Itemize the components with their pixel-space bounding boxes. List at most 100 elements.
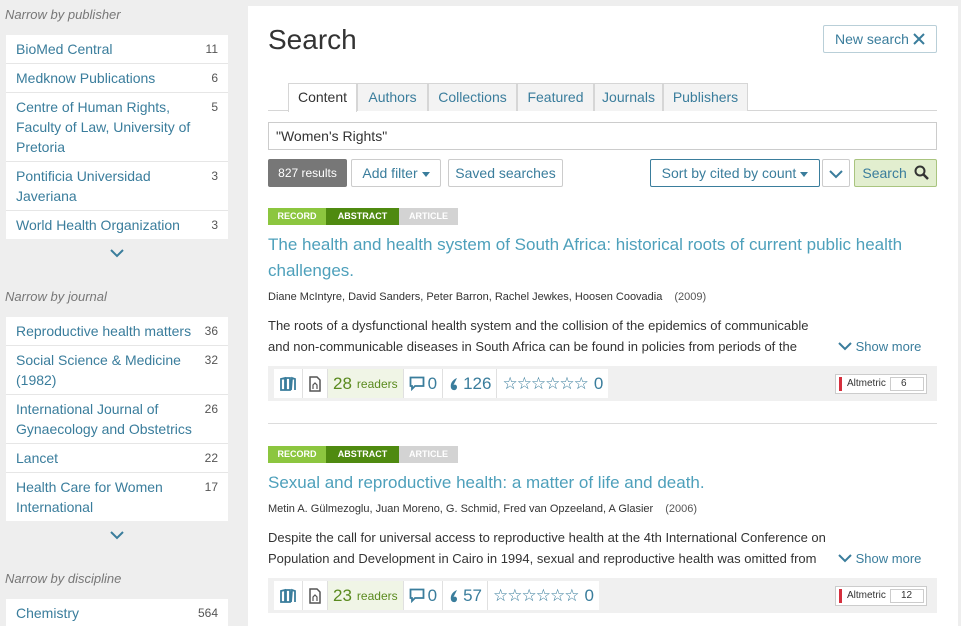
document-icon bbox=[309, 587, 321, 604]
rating-number: 0 bbox=[584, 585, 594, 605]
abstract-badge[interactable]: ABSTRACT bbox=[326, 446, 399, 463]
publisher-facet-title: Narrow by publisher bbox=[5, 7, 121, 22]
comments-number: 0 bbox=[427, 373, 438, 393]
library-button[interactable] bbox=[274, 369, 303, 398]
authors-text[interactable]: Diane McIntyre, David Sanders, Peter Bar… bbox=[268, 291, 662, 303]
quote-icon bbox=[450, 377, 458, 390]
result-year: (2006) bbox=[665, 503, 697, 515]
result-title-link[interactable]: Sexual and reproductive health: a matter… bbox=[268, 470, 928, 496]
library-button[interactable] bbox=[274, 581, 303, 610]
star-rating-icon: ☆☆☆☆☆☆ bbox=[493, 585, 579, 605]
facet-count: 22 bbox=[204, 451, 218, 465]
result-year: (2009) bbox=[674, 291, 707, 303]
citations-count[interactable]: 126 bbox=[443, 369, 498, 398]
facet-label: Reproductive health matters bbox=[16, 323, 192, 339]
fulltext-button[interactable] bbox=[303, 581, 328, 610]
facet-item-discipline[interactable]: Chemistry 564 bbox=[6, 599, 228, 626]
sort-label: Sort by cited by count bbox=[661, 165, 797, 181]
record-badge[interactable]: RECORD bbox=[268, 446, 326, 463]
altmetric-logo: Altmetric bbox=[839, 589, 886, 603]
saved-searches-button[interactable]: Saved searches bbox=[448, 159, 563, 187]
readers-count[interactable]: 23 readers bbox=[328, 581, 404, 610]
readers-count[interactable]: 28 readers bbox=[328, 369, 404, 398]
result-authors: Metin A. Gülmezoglu, Juan Moreno, G. Sch… bbox=[268, 503, 697, 515]
results-count-badge: 827 results bbox=[268, 159, 347, 187]
metric-group: 28 readers 0 126 ☆☆☆☆☆☆ 0 bbox=[274, 369, 609, 398]
comments-count[interactable]: 0 bbox=[404, 581, 444, 610]
facet-item-publisher[interactable]: Centre of Human Rights, Faculty of Law, … bbox=[6, 93, 228, 162]
facet-item-publisher[interactable]: World Health Organization 3 bbox=[6, 211, 228, 239]
rating[interactable]: ☆☆☆☆☆☆ 0 bbox=[497, 369, 608, 398]
expand-publishers-chevron-icon[interactable] bbox=[108, 246, 126, 260]
journal-facet-title: Narrow by journal bbox=[5, 289, 107, 304]
result-abstract: Despite the call for universal access to… bbox=[268, 530, 826, 566]
facet-item-publisher[interactable]: BioMed Central 11 bbox=[6, 35, 228, 64]
new-search-label: New search bbox=[835, 31, 909, 47]
authors-text[interactable]: Metin A. Gülmezoglu, Juan Moreno, G. Sch… bbox=[268, 503, 653, 515]
facet-count: 26 bbox=[204, 402, 218, 416]
tab-featured[interactable]: Featured bbox=[517, 83, 594, 111]
chevron-down-icon bbox=[829, 170, 843, 179]
facet-item-publisher[interactable]: Medknow Publications 6 bbox=[6, 64, 228, 93]
facet-item-journal[interactable]: Social Science & Medicine (1982) 32 bbox=[6, 346, 228, 395]
tab-content[interactable]: Content bbox=[288, 83, 357, 112]
result-title-link[interactable]: The health and health system of South Af… bbox=[268, 232, 928, 284]
citations-number: 126 bbox=[463, 373, 492, 393]
tab-journals[interactable]: Journals bbox=[594, 83, 663, 111]
facet-count: 564 bbox=[197, 606, 218, 620]
search-icon bbox=[914, 165, 929, 180]
facet-count: 17 bbox=[204, 480, 218, 494]
citations-count[interactable]: 57 bbox=[443, 581, 488, 610]
add-filter-button[interactable]: Add filter bbox=[351, 159, 441, 187]
facet-label: International Journal of Gynaecology and… bbox=[16, 401, 192, 437]
result-metrics-bar: 28 readers 0 126 ☆☆☆☆☆☆ 0 Altmetric 6 bbox=[268, 366, 937, 401]
facet-item-journal[interactable]: International Journal of Gynaecology and… bbox=[6, 395, 228, 444]
search-button[interactable]: Search bbox=[854, 159, 937, 187]
search-input[interactable]: "Women's Rights" bbox=[268, 122, 937, 150]
result-badges: RECORD ABSTRACT ARTICLE bbox=[268, 208, 458, 225]
quote-icon bbox=[450, 589, 458, 602]
show-more-button[interactable]: Show more bbox=[838, 551, 921, 566]
altmetric-badge[interactable]: Altmetric 6 bbox=[835, 374, 927, 394]
result-abstract: The roots of a dysfunctional health syst… bbox=[268, 318, 809, 354]
show-more-label: Show more bbox=[855, 551, 922, 566]
expand-journals-chevron-icon[interactable] bbox=[108, 528, 126, 542]
discipline-facet-list: Chemistry 564 bbox=[6, 599, 228, 626]
close-icon bbox=[913, 33, 925, 45]
tab-publishers[interactable]: Publishers bbox=[663, 83, 748, 111]
abstract-badge[interactable]: ABSTRACT bbox=[326, 208, 399, 225]
rating-number: 0 bbox=[593, 373, 604, 393]
facet-label: Medknow Publications bbox=[16, 70, 156, 86]
tab-authors[interactable]: Authors bbox=[357, 83, 428, 111]
comments-number: 0 bbox=[427, 585, 438, 605]
new-search-button[interactable]: New search bbox=[823, 25, 937, 53]
fulltext-button[interactable] bbox=[303, 369, 328, 398]
facet-item-journal[interactable]: Lancet 22 bbox=[6, 444, 228, 473]
article-badge: ARTICLE bbox=[399, 446, 458, 463]
page-title: Search bbox=[268, 24, 357, 55]
sort-select[interactable]: Sort by cited by count bbox=[650, 159, 820, 187]
altmetric-badge[interactable]: Altmetric 12 bbox=[835, 586, 927, 606]
sort-direction-button[interactable] bbox=[822, 159, 850, 187]
altmetric-logo: Altmetric bbox=[839, 377, 886, 391]
altmetric-score: 12 bbox=[890, 589, 924, 603]
facet-item-journal[interactable]: Health Care for Women International 17 bbox=[6, 473, 228, 521]
comments-count[interactable]: 0 bbox=[404, 369, 444, 398]
facet-item-journal[interactable]: Reproductive health matters 36 bbox=[6, 317, 228, 346]
rating[interactable]: ☆☆☆☆☆☆ 0 bbox=[488, 581, 599, 610]
facet-item-publisher[interactable]: Pontificia Universidad Javeriana 3 bbox=[6, 162, 228, 211]
tab-collections[interactable]: Collections bbox=[428, 83, 517, 111]
library-icon bbox=[280, 376, 296, 391]
readers-number: 23 bbox=[333, 585, 352, 605]
show-more-button[interactable]: Show more bbox=[838, 339, 921, 354]
facet-count: 36 bbox=[204, 324, 218, 338]
record-badge[interactable]: RECORD bbox=[268, 208, 326, 225]
facet-label: BioMed Central bbox=[16, 41, 113, 57]
result-badges: RECORD ABSTRACT ARTICLE bbox=[268, 446, 458, 463]
caret-down-icon bbox=[421, 171, 430, 177]
caret-down-icon bbox=[800, 171, 809, 177]
facet-label: Lancet bbox=[16, 450, 59, 466]
main-panel: Search New search Content Authors Collec… bbox=[248, 6, 958, 626]
facet-count: 5 bbox=[211, 100, 218, 114]
facet-label: Centre of Human Rights, Faculty of Law, … bbox=[16, 99, 191, 155]
